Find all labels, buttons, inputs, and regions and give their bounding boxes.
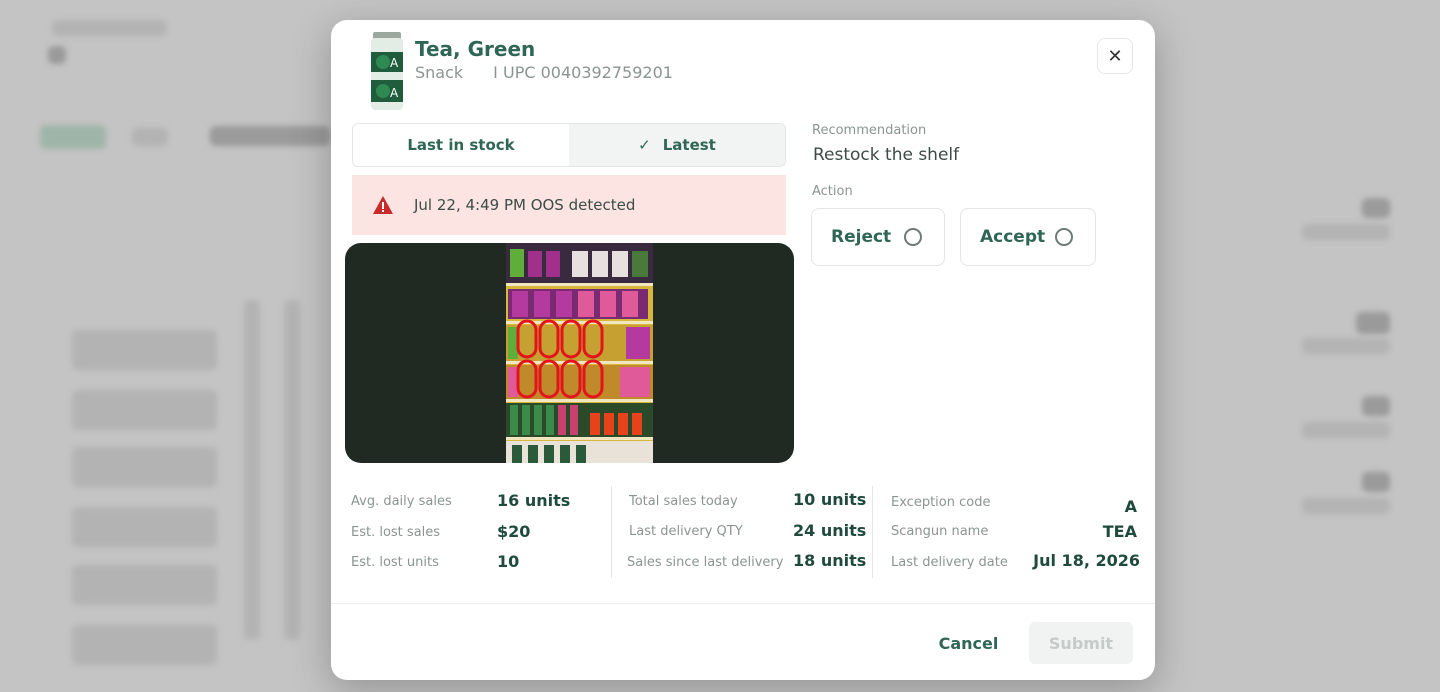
bg-text: [1302, 338, 1390, 354]
stat-value: $20: [497, 522, 531, 541]
svg-text:A: A: [390, 86, 399, 100]
bg-icon: [1362, 198, 1390, 218]
footer-divider: [331, 603, 1155, 604]
stat-value: 16 units: [497, 491, 571, 510]
shelf-image: [506, 243, 653, 463]
stat-label: Est. lost sales: [351, 525, 441, 540]
oos-alert: Jul 22, 4:49 PM OOS detected: [352, 175, 786, 235]
stat-label: Exception code: [891, 495, 991, 510]
stats-panel: Avg. daily sales 16 units Est. lost sale…: [331, 486, 1155, 582]
oos-detail-modal: A A Tea, Green Snack I UPC 0040392759201 …: [331, 20, 1155, 680]
reject-radio[interactable]: [904, 228, 922, 246]
stat-label: Scangun name: [891, 524, 989, 539]
shelf-photo: [345, 243, 794, 463]
bg-tab: [40, 125, 106, 149]
stat-value: 24 units: [793, 521, 867, 540]
stats-divider: [611, 486, 612, 578]
action-label: Action: [812, 184, 853, 199]
bg-col: [284, 300, 300, 640]
bg-icon: [1362, 396, 1390, 416]
stat-label: Avg. daily sales: [351, 494, 452, 509]
stats-divider: [872, 486, 873, 578]
bg-row: [72, 625, 217, 665]
product-category: Snack: [415, 63, 464, 82]
tab-label: Latest: [662, 136, 716, 154]
bg-row: [72, 390, 217, 430]
bg-icon: [48, 46, 66, 64]
product-upc: I UPC 0040392759201: [493, 63, 673, 82]
stat-label: Last delivery QTY: [629, 524, 743, 539]
cancel-button[interactable]: Cancel: [921, 622, 1016, 664]
warning-triangle-icon: [373, 196, 393, 214]
close-button[interactable]: ✕: [1097, 38, 1133, 74]
alert-text: Jul 22, 4:49 PM OOS detected: [414, 196, 636, 214]
product-thumbnail: A A: [371, 32, 403, 110]
product-title: Tea, Green: [415, 37, 536, 61]
check-icon: ✓: [638, 136, 651, 154]
stat-value: 10: [497, 552, 520, 571]
bg-col: [244, 300, 260, 640]
bg-icon: [1356, 312, 1390, 334]
stat-value: Jul 18, 2026: [1033, 551, 1140, 570]
reject-label: Reject: [831, 227, 892, 247]
stat-label: Est. lost units: [351, 555, 439, 570]
bg-icon: [1362, 472, 1390, 492]
accept-label: Accept: [980, 227, 1046, 247]
product-subtitle: Snack I UPC 0040392759201: [415, 63, 673, 82]
bg-title: [52, 20, 167, 36]
recommendation-value: Restock the shelf: [813, 145, 960, 165]
stat-value: 10 units: [793, 490, 867, 509]
bg-text: [1302, 422, 1390, 438]
bg-tab: [132, 128, 168, 146]
recommendation-label: Recommendation: [812, 123, 927, 138]
reject-option[interactable]: Reject: [811, 208, 945, 266]
submit-button[interactable]: Submit: [1029, 622, 1133, 664]
stat-value: A: [1124, 497, 1137, 516]
accept-option[interactable]: Accept: [960, 208, 1096, 266]
tab-last-in-stock[interactable]: Last in stock: [353, 124, 569, 166]
bg-row: [72, 565, 217, 605]
bg-row: [72, 507, 217, 547]
stat-value: TEA: [1102, 522, 1137, 541]
bg-filter: [210, 126, 330, 146]
close-icon: ✕: [1107, 45, 1123, 66]
bg-text: [1302, 224, 1390, 240]
bg-text: [1302, 498, 1390, 514]
stat-label: Sales since last delivery: [627, 555, 784, 570]
svg-text:A: A: [390, 56, 399, 70]
tab-latest[interactable]: ✓ Latest: [569, 124, 785, 166]
stat-value: 18 units: [793, 551, 867, 570]
accept-radio[interactable]: [1055, 228, 1073, 246]
snapshot-tabs: Last in stock ✓ Latest: [352, 123, 786, 167]
stat-label: Last delivery date: [891, 555, 1008, 570]
bg-row: [72, 447, 217, 487]
stat-label: Total sales today: [629, 494, 738, 509]
tab-label: Last in stock: [407, 136, 515, 154]
bg-row: [72, 330, 217, 370]
